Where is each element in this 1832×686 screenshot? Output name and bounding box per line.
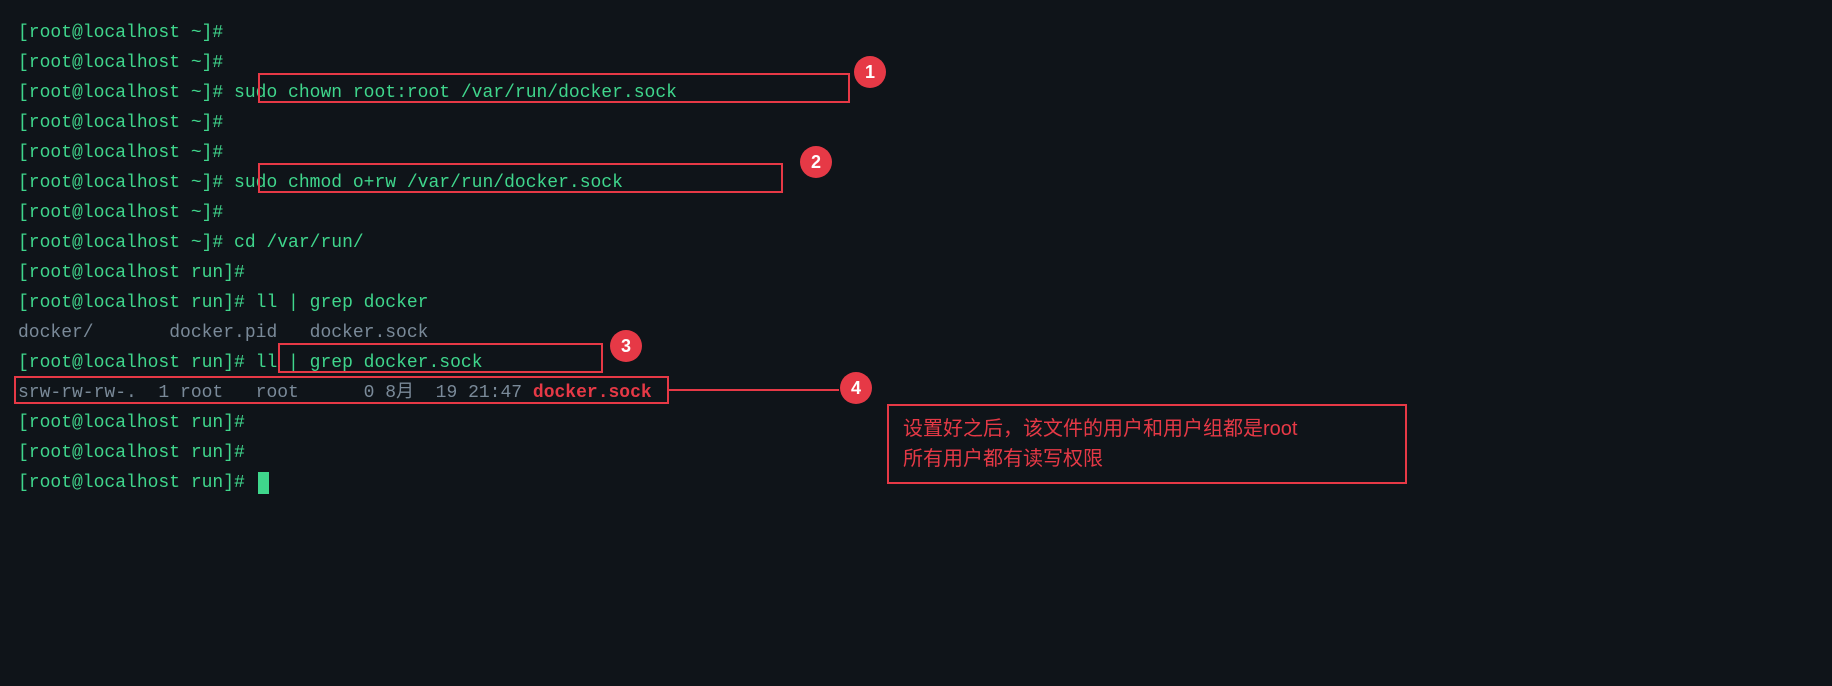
dockersock-filename: docker.sock bbox=[533, 378, 652, 408]
prompt-line: [root@localhost run]# ll | grep docker.s… bbox=[18, 348, 1814, 378]
shell-prompt: [root@localhost ~]# bbox=[18, 18, 223, 48]
prompt-line: [root@localhost ~]# sudo chmod o+rw /var… bbox=[18, 168, 1814, 198]
callout-line-2: 所有用户都有读写权限 bbox=[903, 444, 1391, 474]
prompt-line: [root@localhost ~]# bbox=[18, 48, 1814, 78]
cd-command: cd /var/run/ bbox=[234, 228, 364, 258]
prompt-line: [root@localhost ~]# cd /var/run/ bbox=[18, 228, 1814, 258]
shell-prompt: [root@localhost ~]# bbox=[18, 108, 223, 138]
output-line: docker/ docker.pid docker.sock bbox=[18, 318, 1814, 348]
chmod-command: sudo chmod o+rw /var/run/docker.sock bbox=[234, 168, 623, 198]
shell-prompt: [root@localhost run]# bbox=[18, 288, 245, 318]
prompt-line: [root@localhost run]# ll | grep docker bbox=[18, 288, 1814, 318]
annotation-callout: 设置好之后，该文件的用户和用户组都是root 所有用户都有读写权限 bbox=[887, 404, 1407, 484]
shell-prompt: [root@localhost ~]# bbox=[18, 48, 223, 78]
cursor-icon bbox=[258, 472, 269, 494]
shell-prompt: [root@localhost ~]# bbox=[18, 78, 223, 108]
prompt-line: [root@localhost run]# bbox=[18, 258, 1814, 288]
shell-prompt: [root@localhost ~]# bbox=[18, 138, 223, 168]
shell-prompt: [root@localhost run]# bbox=[18, 258, 245, 288]
prompt-line: [root@localhost ~]# bbox=[18, 18, 1814, 48]
permissions-output: srw-rw-rw-. 1 root root 0 8月 19 21:47 bbox=[18, 378, 533, 408]
shell-prompt: [root@localhost ~]# bbox=[18, 198, 223, 228]
prompt-line: [root@localhost ~]# bbox=[18, 138, 1814, 168]
callout-line-1: 设置好之后，该文件的用户和用户组都是root bbox=[903, 414, 1391, 444]
shell-prompt: [root@localhost ~]# bbox=[18, 168, 223, 198]
prompt-line: [root@localhost ~]# bbox=[18, 108, 1814, 138]
shell-prompt: [root@localhost run]# bbox=[18, 348, 245, 378]
shell-prompt: [root@localhost run]# bbox=[18, 468, 245, 498]
prompt-line: [root@localhost ~]# bbox=[18, 198, 1814, 228]
shell-prompt: [root@localhost run]# bbox=[18, 438, 245, 468]
ll-grep-docker-command: ll | grep docker bbox=[256, 288, 429, 318]
prompt-line: [root@localhost ~]# sudo chown root:root… bbox=[18, 78, 1814, 108]
shell-prompt: [root@localhost ~]# bbox=[18, 228, 223, 258]
chown-command: sudo chown root:root /var/run/docker.soc… bbox=[234, 78, 677, 108]
shell-prompt: [root@localhost run]# bbox=[18, 408, 245, 438]
docker-files-output: docker/ docker.pid docker.sock bbox=[18, 318, 428, 348]
ll-grep-dockersock-command: ll | grep docker.sock bbox=[256, 348, 483, 378]
